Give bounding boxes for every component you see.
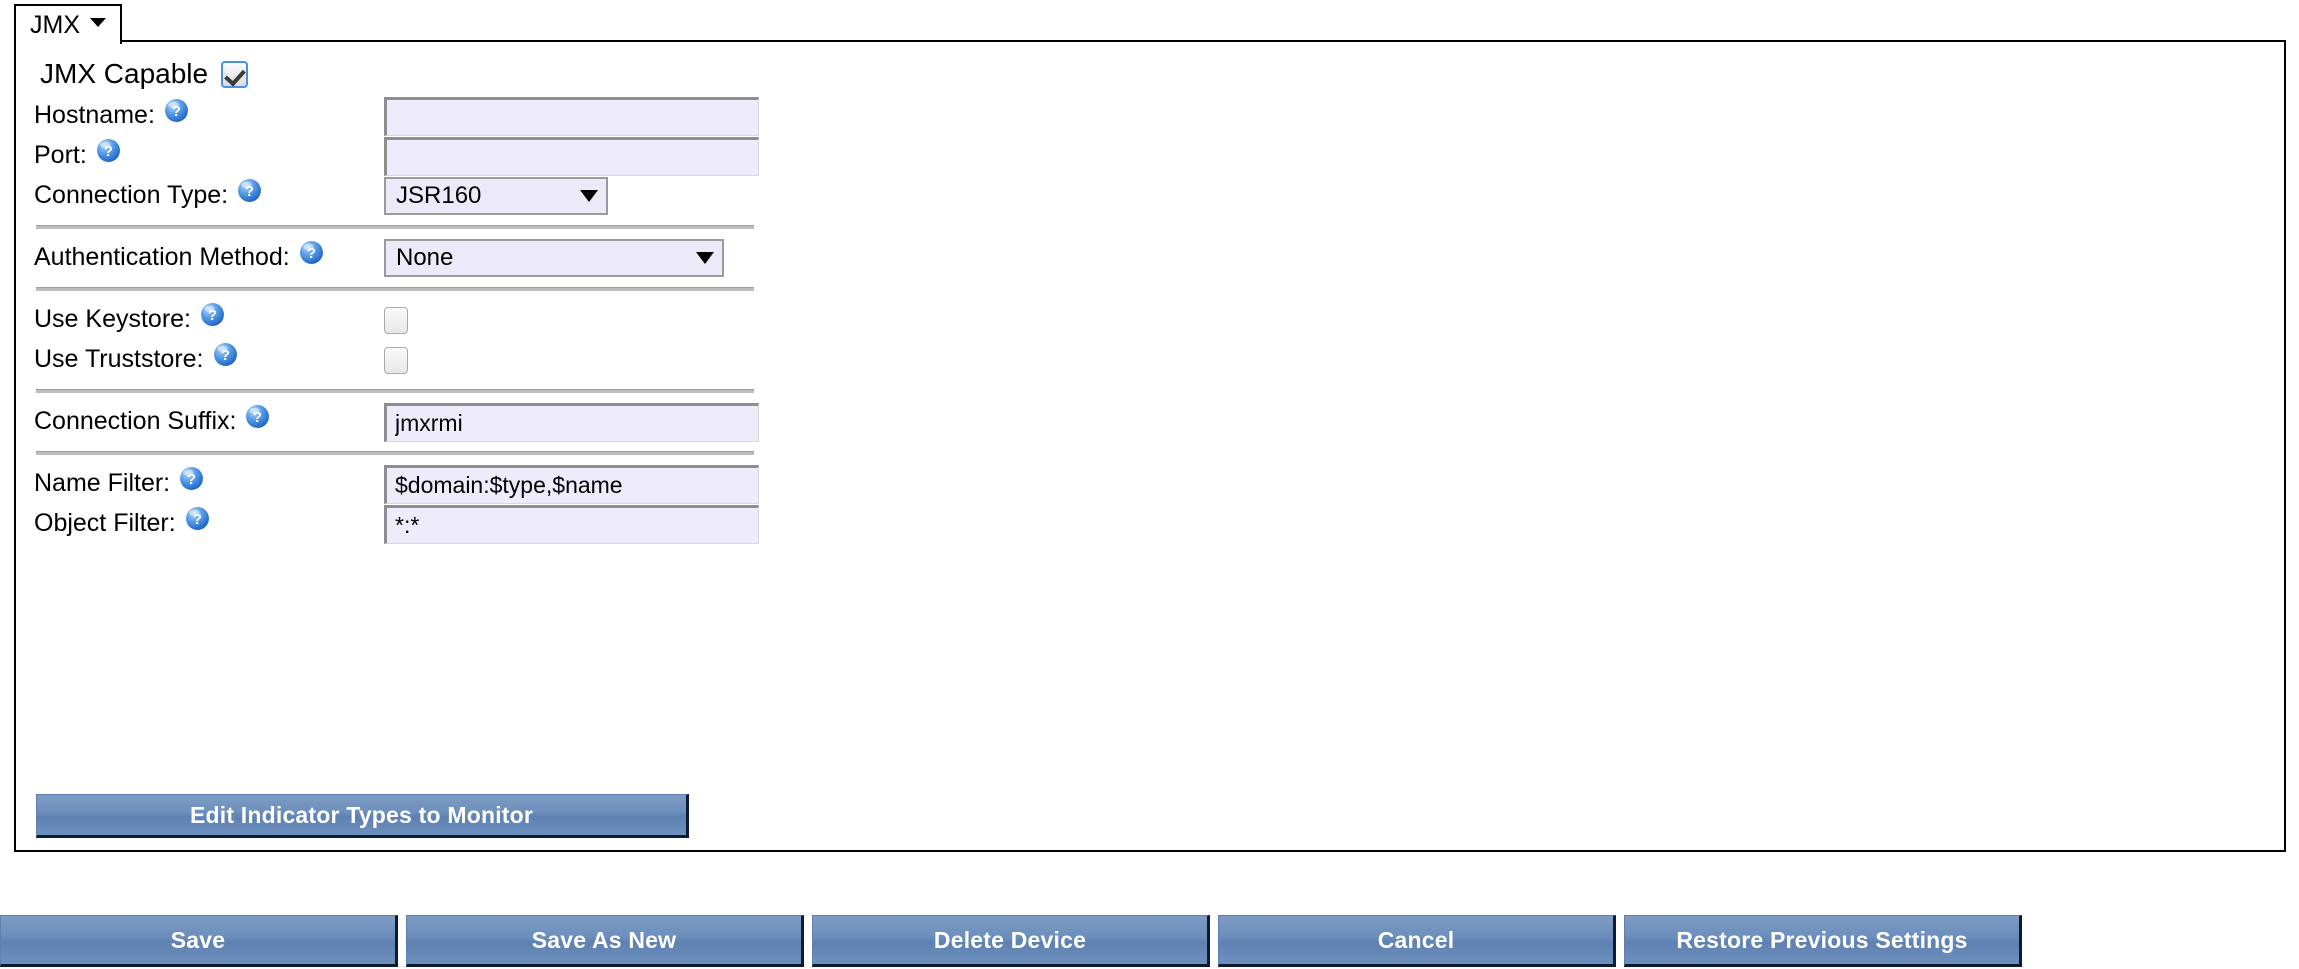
- use-truststore-label: Use Truststore:: [34, 345, 204, 374]
- port-label: Port:: [34, 141, 87, 170]
- object-filter-input[interactable]: [384, 504, 759, 544]
- svg-text:?: ?: [208, 308, 217, 324]
- separator: [36, 389, 754, 393]
- chevron-down-icon: [696, 252, 714, 264]
- help-question-icon[interactable]: ?: [179, 466, 204, 491]
- jmx-capable-checkbox[interactable]: [221, 60, 249, 88]
- delete-device-button[interactable]: Delete Device: [812, 915, 1210, 967]
- restore-previous-settings-button[interactable]: Restore Previous Settings: [1624, 915, 2022, 967]
- chevron-down-icon: [580, 190, 598, 202]
- row-connection-type: Connection Type: ? JSR160: [34, 176, 774, 216]
- connection-type-label: Connection Type:: [34, 181, 229, 210]
- svg-text:?: ?: [104, 144, 113, 160]
- row-port: Port: ?: [34, 136, 774, 176]
- separator: [36, 451, 754, 455]
- object-filter-label: Object Filter:: [34, 509, 176, 538]
- use-truststore-checkbox[interactable]: [384, 346, 408, 374]
- row-authentication-method: Authentication Method: ? None: [34, 238, 774, 278]
- svg-text:?: ?: [172, 104, 181, 120]
- svg-text:?: ?: [193, 512, 202, 528]
- name-filter-input[interactable]: [384, 464, 759, 504]
- tab-jmx[interactable]: JMX: [14, 4, 122, 44]
- svg-text:?: ?: [187, 472, 196, 488]
- connection-type-value: JSR160: [396, 182, 482, 209]
- svg-text:?: ?: [254, 410, 263, 426]
- help-question-icon[interactable]: ?: [185, 506, 210, 531]
- row-hostname: Hostname: ?: [34, 96, 774, 136]
- help-question-icon[interactable]: ?: [164, 98, 189, 123]
- connection-type-select[interactable]: JSR160: [384, 177, 608, 215]
- help-question-icon[interactable]: ?: [200, 302, 225, 327]
- help-question-icon[interactable]: ?: [96, 138, 121, 163]
- help-question-icon[interactable]: ?: [245, 404, 270, 429]
- row-name-filter: Name Filter: ?: [34, 464, 774, 504]
- row-object-filter: Object Filter: ?: [34, 504, 774, 544]
- jmx-capable-row: JMX Capable: [34, 52, 774, 96]
- connection-suffix-label: Connection Suffix:: [34, 407, 237, 436]
- help-question-icon[interactable]: ?: [213, 342, 238, 367]
- authentication-method-value: None: [396, 244, 454, 271]
- edit-indicator-types-button[interactable]: Edit Indicator Types to Monitor: [36, 794, 689, 838]
- action-bar: Save Save As New Delete Device Cancel Re…: [0, 915, 2299, 967]
- svg-text:?: ?: [245, 184, 254, 200]
- save-as-new-button[interactable]: Save As New: [406, 915, 804, 967]
- row-connection-suffix: Connection Suffix: ?: [34, 402, 774, 442]
- jmx-capable-label: JMX Capable: [40, 58, 209, 89]
- name-filter-label: Name Filter:: [34, 469, 171, 498]
- port-input[interactable]: [384, 136, 759, 176]
- authentication-method-label: Authentication Method:: [34, 243, 290, 272]
- tab-jmx-label: JMX: [30, 10, 80, 39]
- cancel-button[interactable]: Cancel: [1218, 915, 1616, 967]
- separator: [36, 225, 754, 229]
- chevron-down-icon[interactable]: [90, 17, 106, 27]
- authentication-method-select[interactable]: None: [384, 239, 724, 277]
- use-keystore-checkbox[interactable]: [384, 306, 408, 334]
- jmx-settings-panel: JMX Capable Hostname: ? Port: ? Connecti…: [14, 40, 2286, 852]
- row-use-truststore: Use Truststore: ?: [34, 340, 774, 380]
- separator: [36, 287, 754, 291]
- use-keystore-label: Use Keystore:: [34, 305, 192, 334]
- hostname-label: Hostname:: [34, 101, 155, 130]
- jmx-form: JMX Capable Hostname: ? Port: ? Connecti…: [34, 52, 774, 544]
- svg-text:?: ?: [307, 246, 316, 262]
- help-question-icon[interactable]: ?: [299, 240, 324, 265]
- svg-text:?: ?: [221, 348, 230, 364]
- help-question-icon[interactable]: ?: [237, 178, 262, 203]
- connection-suffix-input[interactable]: [384, 402, 759, 442]
- hostname-input[interactable]: [384, 96, 759, 136]
- row-use-keystore: Use Keystore: ?: [34, 300, 774, 340]
- save-button[interactable]: Save: [0, 915, 398, 967]
- tab-strip: JMX: [14, 2, 122, 44]
